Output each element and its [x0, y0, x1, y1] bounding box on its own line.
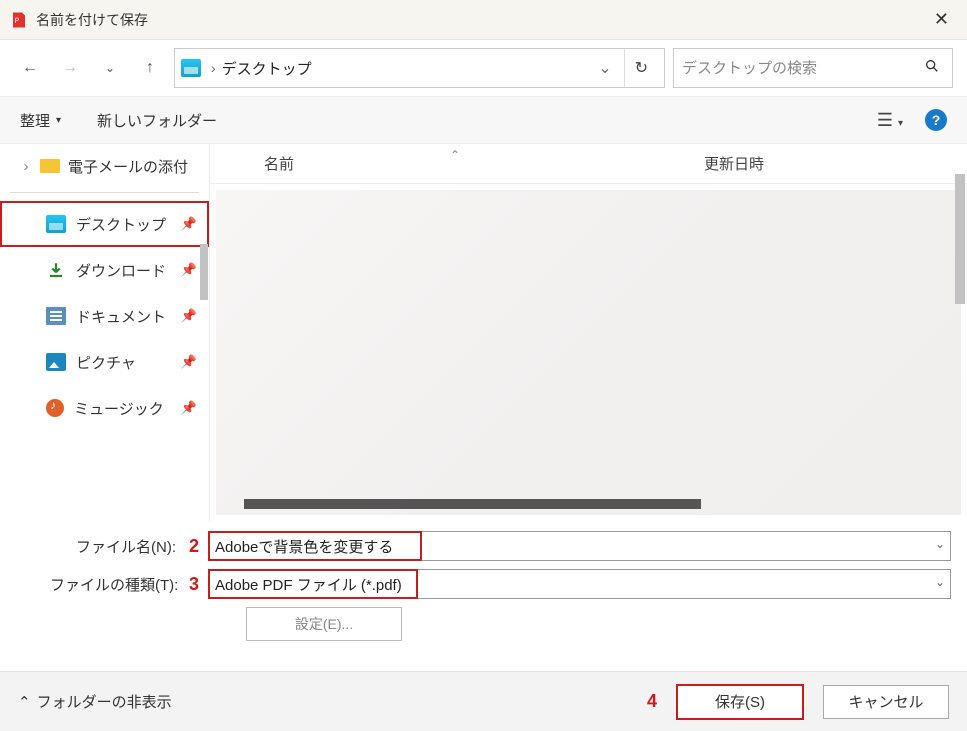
file-list-header: ⌃ 名前 更新日時	[210, 144, 967, 184]
scrollbar-thumb[interactable]	[200, 244, 208, 300]
folder-icon	[40, 159, 60, 173]
save-as-dialog: 名前を付けて保存 ✕ ← → ⌄ ↑ › デスクトップ ⌄ ↻ 整理▾ 新しいフ…	[0, 0, 967, 731]
sidebar-item-music[interactable]: ミュージック 📌	[0, 385, 209, 431]
breadcrumb-separator-icon: ›	[205, 60, 222, 76]
file-list-body[interactable]	[216, 190, 961, 515]
filename-dropdown-icon[interactable]: ⌄	[935, 537, 945, 551]
sidebar-item-label: デスクトップ	[76, 214, 166, 235]
filetype-label: ファイルの種類(T):	[50, 574, 180, 595]
chevron-up-icon: ⌃	[18, 693, 31, 711]
address-dropdown-icon[interactable]: ⌄	[590, 58, 619, 78]
pin-icon[interactable]: 📌	[181, 308, 197, 324]
desktop-icon	[181, 59, 201, 77]
document-icon	[46, 307, 66, 325]
navigation-bar: ← → ⌄ ↑ › デスクトップ ⌄ ↻	[0, 40, 967, 96]
tree-item-label: 電子メールの添付	[68, 156, 188, 177]
command-bar: 整理▾ 新しいフォルダー ☰ ▾ ?	[0, 96, 967, 144]
settings-button[interactable]: 設定(E)...	[246, 607, 402, 641]
desktop-icon	[46, 215, 66, 233]
forward-button[interactable]: →	[54, 52, 86, 84]
column-date[interactable]: 更新日時	[624, 153, 764, 174]
chevron-right-icon: ›	[20, 158, 32, 175]
filename-label: ファイル名(N):	[50, 536, 180, 557]
breadcrumb-location[interactable]: デスクトップ	[222, 58, 312, 79]
main-area: › 電子メールの添付 1 デスクトップ 📌 ダウンロード 📌 ドキュメント 📌	[0, 144, 967, 521]
up-button[interactable]: ↑	[134, 52, 166, 84]
sidebar-item-label: ドキュメント	[76, 306, 166, 327]
adobe-pdf-icon	[10, 11, 28, 29]
filetype-dropdown-icon[interactable]: ⌄	[935, 575, 945, 589]
save-fields: ファイル名(N): 2 ⌄ ファイルの種類(T): 3 ⌄ 設定(E)...	[0, 521, 967, 671]
organize-menu[interactable]: 整理▾	[20, 110, 61, 131]
pictures-icon	[46, 353, 66, 371]
file-list-pane: ⌃ 名前 更新日時	[210, 144, 967, 521]
sidebar-item-downloads[interactable]: ダウンロード 📌	[0, 247, 209, 293]
navigation-pane: › 電子メールの添付 1 デスクトップ 📌 ダウンロード 📌 ドキュメント 📌	[0, 144, 210, 521]
window-title: 名前を付けて保存	[36, 10, 148, 30]
annotation-4: 4	[647, 691, 657, 712]
sidebar-item-label: ピクチャ	[76, 352, 136, 373]
annotation-3: 3	[186, 574, 202, 595]
hide-folders-toggle[interactable]: ⌃ フォルダーの非表示	[18, 691, 172, 712]
recent-dropdown[interactable]: ⌄	[94, 52, 126, 84]
search-box[interactable]	[673, 48, 953, 88]
annotation-2: 2	[186, 536, 202, 557]
horizontal-scrollbar[interactable]	[244, 499, 701, 509]
sidebar-item-desktop[interactable]: デスクトップ 📌	[0, 201, 209, 247]
sidebar-item-pictures[interactable]: ピクチャ 📌	[0, 339, 209, 385]
search-input[interactable]	[682, 60, 920, 77]
pin-icon[interactable]: 📌	[181, 400, 197, 416]
cancel-button[interactable]: キャンセル	[823, 685, 949, 719]
tree-item-attachments[interactable]: › 電子メールの添付	[0, 148, 209, 184]
view-options-button[interactable]: ☰ ▾	[877, 110, 903, 131]
download-icon	[46, 261, 66, 279]
close-button[interactable]: ✕	[926, 5, 957, 34]
sidebar-item-documents[interactable]: ドキュメント 📌	[0, 293, 209, 339]
sidebar-item-label: ダウンロード	[76, 260, 166, 281]
sort-indicator-icon: ⌃	[450, 148, 460, 162]
save-button[interactable]: 保存(S)	[677, 685, 803, 719]
titlebar: 名前を付けて保存 ✕	[0, 0, 967, 40]
sidebar-item-label: ミュージック	[74, 398, 164, 419]
filename-input[interactable]	[208, 531, 951, 561]
filetype-select[interactable]	[208, 569, 951, 599]
search-icon[interactable]	[920, 58, 944, 79]
address-bar[interactable]: › デスクトップ ⌄ ↻	[174, 48, 665, 88]
bottom-bar: ⌃ フォルダーの非表示 4 保存(S) キャンセル	[0, 671, 967, 731]
pin-icon[interactable]: 📌	[181, 216, 197, 232]
column-name[interactable]: 名前	[254, 153, 624, 174]
back-button[interactable]: ←	[14, 52, 46, 84]
hide-folders-label: フォルダーの非表示	[37, 691, 172, 712]
vertical-scrollbar[interactable]	[955, 174, 965, 304]
pin-icon[interactable]: 📌	[181, 354, 197, 370]
refresh-button[interactable]: ↻	[624, 49, 658, 87]
music-icon	[46, 399, 64, 417]
pin-icon[interactable]: 📌	[181, 262, 197, 278]
help-button[interactable]: ?	[925, 109, 947, 131]
new-folder-button[interactable]: 新しいフォルダー	[97, 110, 217, 131]
